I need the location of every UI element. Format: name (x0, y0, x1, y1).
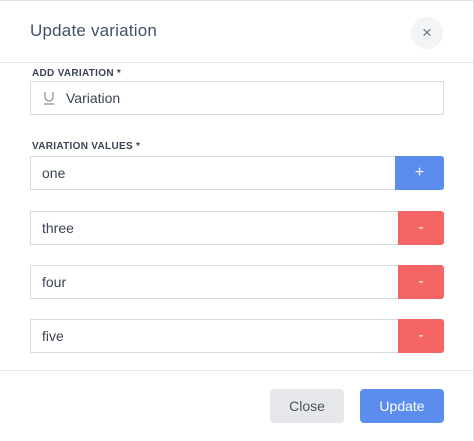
variation-values-label: VARIATION VALUES * (32, 141, 141, 152)
modal-title: Update variation (30, 21, 157, 40)
remove-value-button[interactable]: - (398, 319, 444, 353)
variation-value-text: four (42, 274, 67, 290)
remove-value-button[interactable]: - (398, 265, 444, 299)
update-variation-modal: Update variation × ADD VARIATION * Varia… (0, 0, 474, 440)
underline-icon (42, 91, 56, 105)
close-button[interactable]: Close (270, 389, 344, 423)
variation-name-input[interactable]: Variation (30, 81, 444, 115)
update-button[interactable]: Update (360, 389, 444, 423)
add-value-button[interactable]: + (395, 156, 444, 190)
variation-value-text: one (42, 165, 66, 181)
variation-value-input[interactable]: one (30, 156, 396, 190)
variation-value-text: three (42, 220, 74, 236)
close-icon[interactable]: × (411, 17, 443, 49)
remove-value-button[interactable]: - (398, 211, 444, 245)
add-variation-label: ADD VARIATION * (32, 68, 122, 79)
modal-header: Update variation × (0, 1, 474, 63)
variation-value-input[interactable]: five (30, 319, 399, 353)
variation-value-text: five (42, 328, 64, 344)
variation-name-value: Variation (66, 90, 121, 106)
variation-value-input[interactable]: three (30, 211, 399, 245)
variation-value-input[interactable]: four (30, 265, 399, 299)
